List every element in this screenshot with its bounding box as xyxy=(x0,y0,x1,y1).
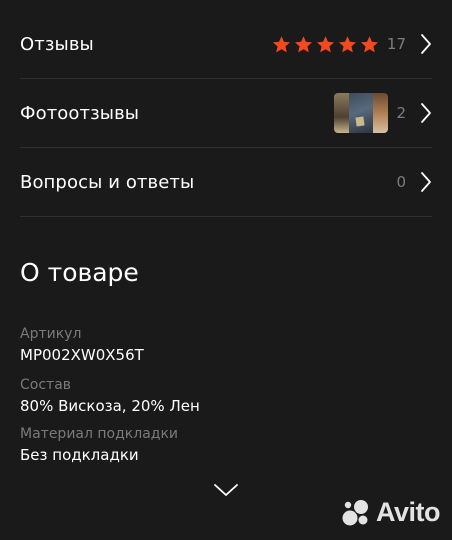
photo-reviews-row[interactable]: Фотоотзывы 2 xyxy=(20,79,432,148)
rating-stars xyxy=(272,35,379,54)
photo-thumbnail xyxy=(334,93,350,133)
photo-reviews-label: Фотоотзывы xyxy=(20,102,140,124)
questions-count: 0 xyxy=(396,173,406,191)
spec-value: Без подкладки xyxy=(20,446,139,464)
photo-thumbnail xyxy=(373,93,389,133)
avito-watermark-text: Avito xyxy=(376,497,441,527)
spec-value: 80% Вискоза, 20% Лен xyxy=(20,397,200,415)
star-icon xyxy=(338,35,356,52)
chevron-right-icon xyxy=(421,103,431,123)
spec-label: Состав xyxy=(20,377,72,393)
photo-thumbnail xyxy=(349,93,374,133)
spec-label: Артикул xyxy=(20,326,82,342)
about-title: О товаре xyxy=(20,258,139,287)
photo-review-thumbnails xyxy=(334,93,389,133)
questions-label: Вопросы и ответы xyxy=(20,171,195,193)
questions-summary: 0 xyxy=(388,171,432,193)
star-icon xyxy=(360,35,378,52)
photo-reviews-summary: 2 xyxy=(334,93,432,133)
reviews-label: Отзывы xyxy=(20,33,94,55)
chevron-down-icon[interactable] xyxy=(212,482,240,498)
reviews-summary: 17 xyxy=(272,33,432,55)
photo-reviews-count: 2 xyxy=(396,104,406,122)
spec-lining: Материал подкладки Без подкладки xyxy=(20,426,178,464)
product-details-screen: Отзывы 17 Фотоотзывы 2 Вопросы и ответы … xyxy=(0,0,452,540)
spec-article: Артикул MP002XW0X56T xyxy=(20,326,144,364)
spec-value: MP002XW0X56T xyxy=(20,346,144,364)
star-icon xyxy=(272,35,290,52)
star-icon xyxy=(316,35,334,52)
avito-logo-icon xyxy=(342,499,368,525)
avito-watermark: Avito xyxy=(341,497,441,528)
questions-row[interactable]: Вопросы и ответы 0 xyxy=(20,148,432,217)
spec-label: Материал подкладки xyxy=(20,426,179,442)
reviews-row[interactable]: Отзывы 17 xyxy=(20,10,432,79)
chevron-right-icon xyxy=(421,34,431,54)
chevron-right-icon xyxy=(421,172,431,192)
spec-composition: Состав 80% Вискоза, 20% Лен xyxy=(20,377,200,415)
reviews-count: 17 xyxy=(386,35,406,53)
star-icon xyxy=(294,35,312,52)
